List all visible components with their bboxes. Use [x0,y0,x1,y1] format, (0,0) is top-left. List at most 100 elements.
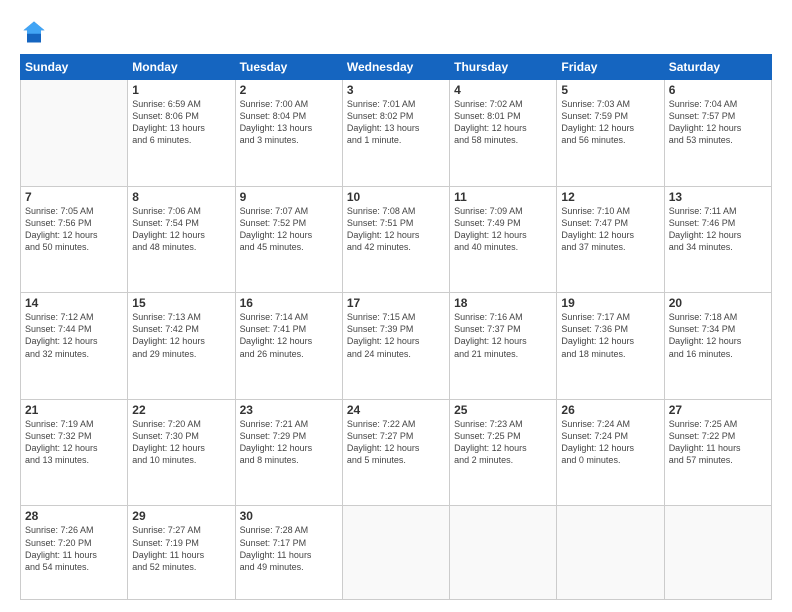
day-number: 6 [669,83,767,97]
day-info: Sunrise: 7:04 AM Sunset: 7:57 PM Dayligh… [669,98,767,147]
day-number: 19 [561,296,659,310]
calendar-cell [557,506,664,600]
calendar-cell: 1Sunrise: 6:59 AM Sunset: 8:06 PM Daylig… [128,80,235,187]
calendar-cell: 18Sunrise: 7:16 AM Sunset: 7:37 PM Dayli… [450,293,557,400]
day-number: 7 [25,190,123,204]
day-info: Sunrise: 7:21 AM Sunset: 7:29 PM Dayligh… [240,418,338,467]
calendar-cell: 27Sunrise: 7:25 AM Sunset: 7:22 PM Dayli… [664,399,771,506]
day-number: 13 [669,190,767,204]
day-number: 4 [454,83,552,97]
day-info: Sunrise: 7:02 AM Sunset: 8:01 PM Dayligh… [454,98,552,147]
calendar-cell: 4Sunrise: 7:02 AM Sunset: 8:01 PM Daylig… [450,80,557,187]
day-number: 14 [25,296,123,310]
day-info: Sunrise: 7:09 AM Sunset: 7:49 PM Dayligh… [454,205,552,254]
calendar-cell: 21Sunrise: 7:19 AM Sunset: 7:32 PM Dayli… [21,399,128,506]
calendar-cell: 7Sunrise: 7:05 AM Sunset: 7:56 PM Daylig… [21,186,128,293]
day-number: 3 [347,83,445,97]
calendar-cell: 14Sunrise: 7:12 AM Sunset: 7:44 PM Dayli… [21,293,128,400]
calendar-cell: 30Sunrise: 7:28 AM Sunset: 7:17 PM Dayli… [235,506,342,600]
day-info: Sunrise: 7:14 AM Sunset: 7:41 PM Dayligh… [240,311,338,360]
day-info: Sunrise: 7:10 AM Sunset: 7:47 PM Dayligh… [561,205,659,254]
day-number: 1 [132,83,230,97]
calendar-cell: 6Sunrise: 7:04 AM Sunset: 7:57 PM Daylig… [664,80,771,187]
day-number: 24 [347,403,445,417]
calendar-cell: 16Sunrise: 7:14 AM Sunset: 7:41 PM Dayli… [235,293,342,400]
calendar-cell: 5Sunrise: 7:03 AM Sunset: 7:59 PM Daylig… [557,80,664,187]
calendar-cell: 2Sunrise: 7:00 AM Sunset: 8:04 PM Daylig… [235,80,342,187]
day-info: Sunrise: 7:12 AM Sunset: 7:44 PM Dayligh… [25,311,123,360]
day-number: 25 [454,403,552,417]
calendar-cell: 25Sunrise: 7:23 AM Sunset: 7:25 PM Dayli… [450,399,557,506]
day-number: 10 [347,190,445,204]
weekday-header-friday: Friday [557,55,664,80]
weekday-header-monday: Monday [128,55,235,80]
calendar-cell: 9Sunrise: 7:07 AM Sunset: 7:52 PM Daylig… [235,186,342,293]
calendar-cell: 19Sunrise: 7:17 AM Sunset: 7:36 PM Dayli… [557,293,664,400]
calendar-cell: 23Sunrise: 7:21 AM Sunset: 7:29 PM Dayli… [235,399,342,506]
weekday-header-sunday: Sunday [21,55,128,80]
calendar-cell: 20Sunrise: 7:18 AM Sunset: 7:34 PM Dayli… [664,293,771,400]
weekday-header-row: SundayMondayTuesdayWednesdayThursdayFrid… [21,55,772,80]
day-number: 22 [132,403,230,417]
day-number: 15 [132,296,230,310]
calendar-cell: 8Sunrise: 7:06 AM Sunset: 7:54 PM Daylig… [128,186,235,293]
day-number: 23 [240,403,338,417]
calendar-cell: 12Sunrise: 7:10 AM Sunset: 7:47 PM Dayli… [557,186,664,293]
day-info: Sunrise: 6:59 AM Sunset: 8:06 PM Dayligh… [132,98,230,147]
calendar-cell: 17Sunrise: 7:15 AM Sunset: 7:39 PM Dayli… [342,293,449,400]
calendar-page: SundayMondayTuesdayWednesdayThursdayFrid… [0,0,792,612]
day-number: 29 [132,509,230,523]
day-info: Sunrise: 7:24 AM Sunset: 7:24 PM Dayligh… [561,418,659,467]
calendar-table: SundayMondayTuesdayWednesdayThursdayFrid… [20,54,772,600]
day-info: Sunrise: 7:23 AM Sunset: 7:25 PM Dayligh… [454,418,552,467]
day-info: Sunrise: 7:27 AM Sunset: 7:19 PM Dayligh… [132,524,230,573]
weekday-header-wednesday: Wednesday [342,55,449,80]
logo [20,18,52,46]
day-number: 16 [240,296,338,310]
day-info: Sunrise: 7:00 AM Sunset: 8:04 PM Dayligh… [240,98,338,147]
week-row-3: 14Sunrise: 7:12 AM Sunset: 7:44 PM Dayli… [21,293,772,400]
calendar-cell: 24Sunrise: 7:22 AM Sunset: 7:27 PM Dayli… [342,399,449,506]
day-number: 8 [132,190,230,204]
calendar-cell: 29Sunrise: 7:27 AM Sunset: 7:19 PM Dayli… [128,506,235,600]
day-info: Sunrise: 7:07 AM Sunset: 7:52 PM Dayligh… [240,205,338,254]
day-info: Sunrise: 7:13 AM Sunset: 7:42 PM Dayligh… [132,311,230,360]
calendar-cell [342,506,449,600]
day-info: Sunrise: 7:20 AM Sunset: 7:30 PM Dayligh… [132,418,230,467]
calendar-cell: 11Sunrise: 7:09 AM Sunset: 7:49 PM Dayli… [450,186,557,293]
day-info: Sunrise: 7:08 AM Sunset: 7:51 PM Dayligh… [347,205,445,254]
day-info: Sunrise: 7:15 AM Sunset: 7:39 PM Dayligh… [347,311,445,360]
calendar-cell: 22Sunrise: 7:20 AM Sunset: 7:30 PM Dayli… [128,399,235,506]
calendar-cell: 15Sunrise: 7:13 AM Sunset: 7:42 PM Dayli… [128,293,235,400]
day-info: Sunrise: 7:11 AM Sunset: 7:46 PM Dayligh… [669,205,767,254]
day-info: Sunrise: 7:01 AM Sunset: 8:02 PM Dayligh… [347,98,445,147]
day-number: 5 [561,83,659,97]
weekday-header-thursday: Thursday [450,55,557,80]
weekday-header-saturday: Saturday [664,55,771,80]
calendar-cell [664,506,771,600]
calendar-cell [450,506,557,600]
day-info: Sunrise: 7:06 AM Sunset: 7:54 PM Dayligh… [132,205,230,254]
week-row-2: 7Sunrise: 7:05 AM Sunset: 7:56 PM Daylig… [21,186,772,293]
day-info: Sunrise: 7:03 AM Sunset: 7:59 PM Dayligh… [561,98,659,147]
day-number: 21 [25,403,123,417]
day-number: 12 [561,190,659,204]
day-number: 11 [454,190,552,204]
calendar-cell: 3Sunrise: 7:01 AM Sunset: 8:02 PM Daylig… [342,80,449,187]
weekday-header-tuesday: Tuesday [235,55,342,80]
day-number: 20 [669,296,767,310]
day-number: 26 [561,403,659,417]
calendar-cell [21,80,128,187]
calendar-cell: 26Sunrise: 7:24 AM Sunset: 7:24 PM Dayli… [557,399,664,506]
week-row-5: 28Sunrise: 7:26 AM Sunset: 7:20 PM Dayli… [21,506,772,600]
calendar-cell: 28Sunrise: 7:26 AM Sunset: 7:20 PM Dayli… [21,506,128,600]
day-info: Sunrise: 7:25 AM Sunset: 7:22 PM Dayligh… [669,418,767,467]
day-info: Sunrise: 7:26 AM Sunset: 7:20 PM Dayligh… [25,524,123,573]
day-info: Sunrise: 7:16 AM Sunset: 7:37 PM Dayligh… [454,311,552,360]
week-row-1: 1Sunrise: 6:59 AM Sunset: 8:06 PM Daylig… [21,80,772,187]
day-number: 17 [347,296,445,310]
day-info: Sunrise: 7:19 AM Sunset: 7:32 PM Dayligh… [25,418,123,467]
day-info: Sunrise: 7:17 AM Sunset: 7:36 PM Dayligh… [561,311,659,360]
day-number: 18 [454,296,552,310]
day-number: 2 [240,83,338,97]
